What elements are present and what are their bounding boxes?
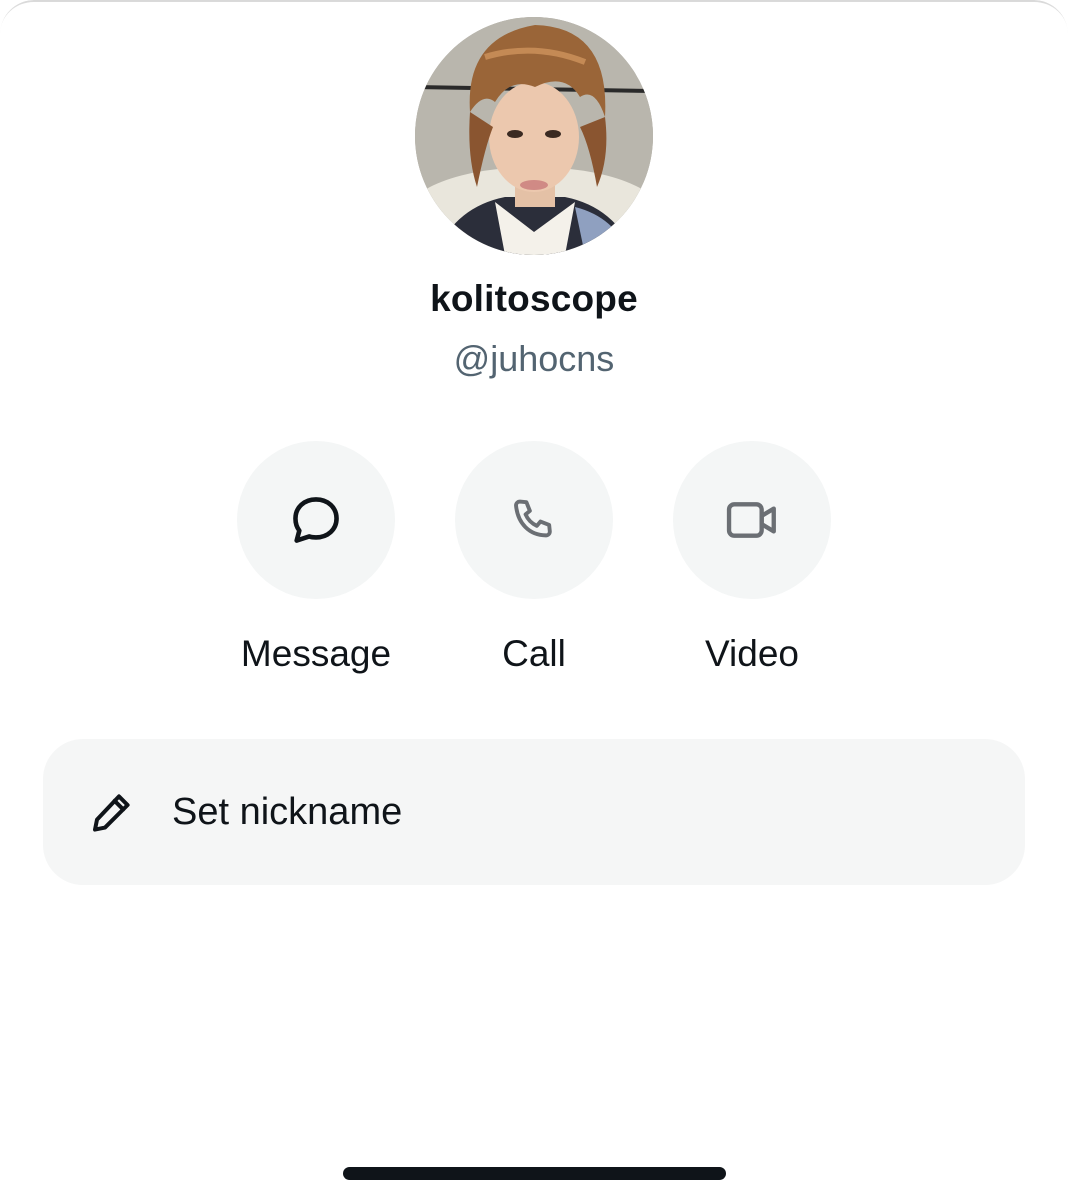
video-camera-icon bbox=[726, 502, 776, 538]
call-button-circle[interactable] bbox=[455, 441, 613, 599]
phone-icon bbox=[514, 499, 552, 538]
profile-sheet: kolitoscope @juhocns Message Call Video bbox=[0, 0, 1068, 1200]
avatar[interactable] bbox=[415, 17, 653, 255]
handle: @juhocns bbox=[453, 338, 615, 379]
message-button-circle[interactable] bbox=[237, 441, 395, 599]
video-button-circle[interactable] bbox=[673, 441, 831, 599]
call-label: Call bbox=[502, 633, 566, 674]
display-name: kolitoscope bbox=[430, 278, 638, 319]
message-bubble-icon bbox=[293, 497, 339, 543]
message-label: Message bbox=[240, 633, 392, 674]
home-indicator[interactable] bbox=[343, 1167, 726, 1180]
call-button[interactable]: Call bbox=[434, 441, 634, 681]
video-label: Video bbox=[705, 633, 799, 674]
set-nickname-button[interactable]: Set nickname bbox=[43, 739, 1025, 885]
set-nickname-label: Set nickname bbox=[172, 790, 403, 833]
pencil-icon bbox=[88, 788, 136, 836]
message-button[interactable]: Message bbox=[216, 441, 416, 681]
video-button[interactable]: Video bbox=[652, 441, 852, 681]
